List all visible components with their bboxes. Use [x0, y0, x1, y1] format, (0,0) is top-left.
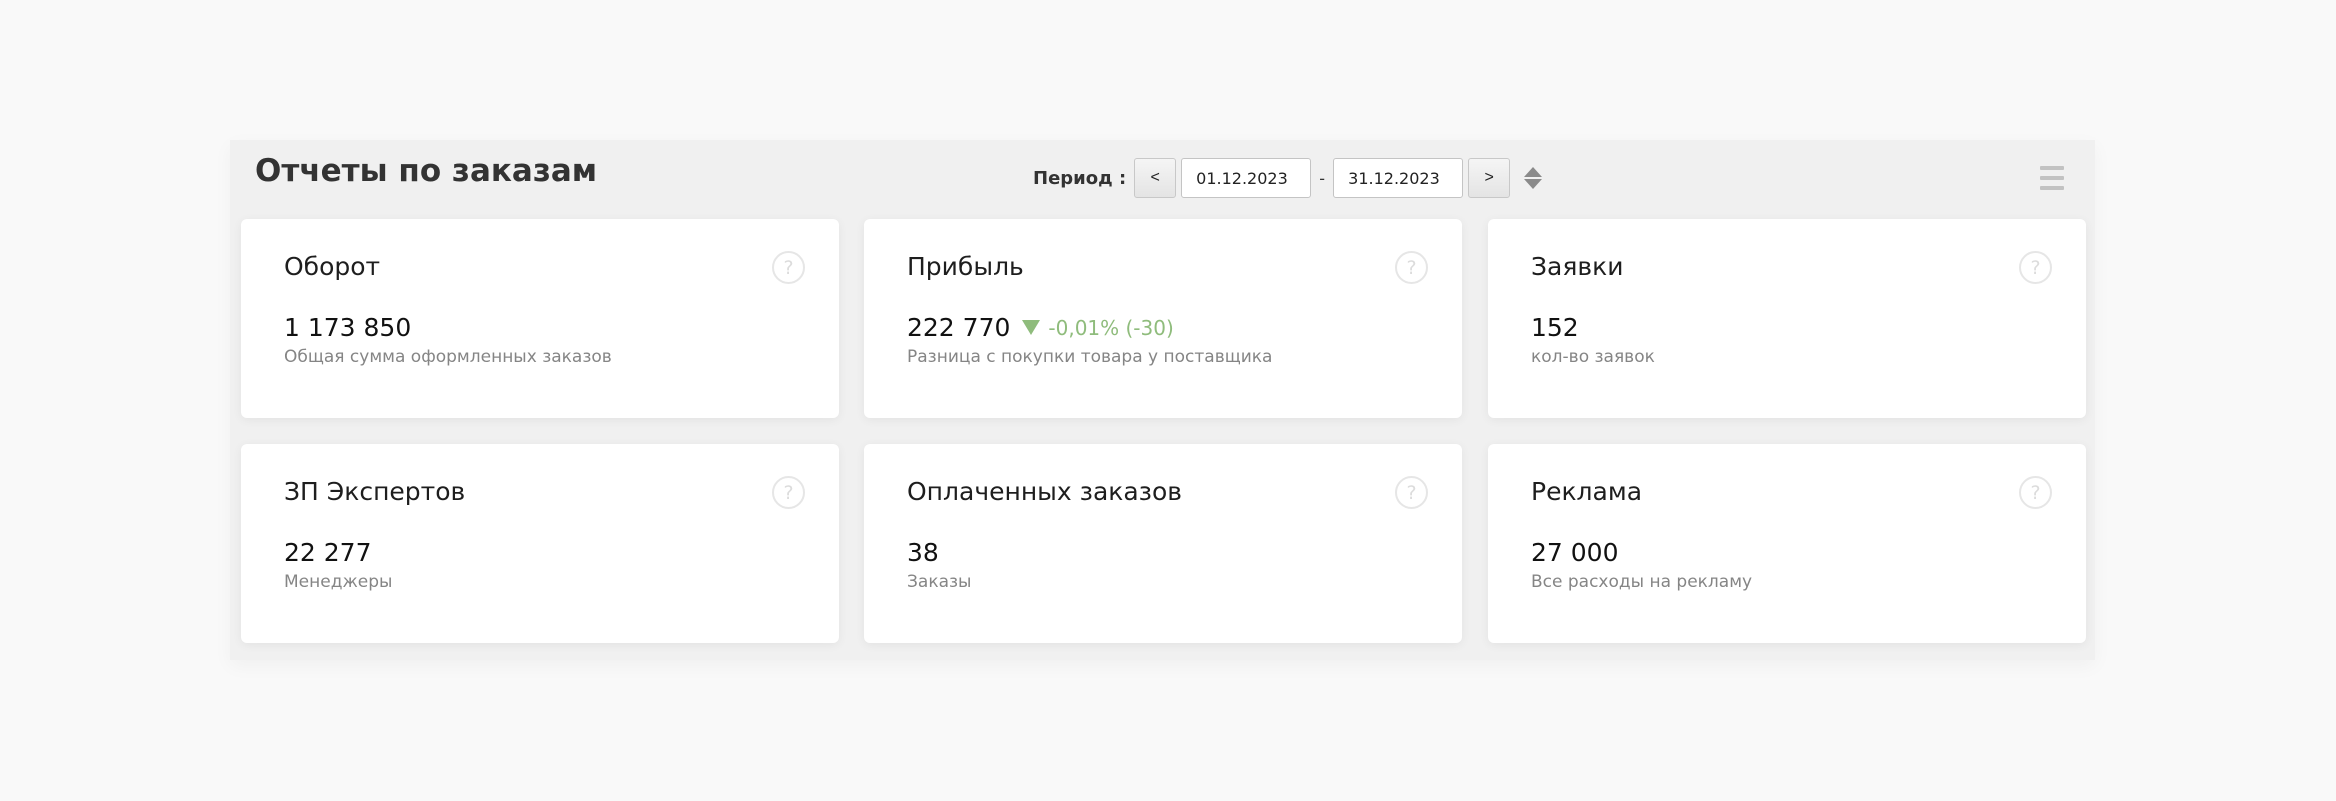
card-title: Оборот [284, 252, 381, 281]
card-value: 22 277 [284, 538, 372, 567]
card-value: 1 173 850 [284, 313, 412, 342]
prev-period-button[interactable]: < [1134, 158, 1177, 198]
card-title: Оплаченных заказов [907, 477, 1182, 506]
date-separator: - [1319, 168, 1326, 188]
card-value: 222 770 [907, 313, 1011, 342]
sort-down-icon [1524, 179, 1543, 189]
card-value-row: 152 [1531, 313, 1579, 342]
question-circle-icon[interactable]: ? [772, 251, 805, 284]
card-value-row: 1 173 850 [284, 313, 411, 342]
next-period-button[interactable]: > [1468, 158, 1511, 198]
menu-line [2040, 186, 2064, 190]
trend-indicator: -0,01% (-30) [1022, 315, 1174, 340]
period-selector: Период : < - > [1033, 157, 1543, 199]
card-turnover: Оборот 1 173 850 Общая сумма оформленных… [241, 219, 839, 418]
card-value-row: 38 [907, 538, 939, 567]
question-circle-icon[interactable]: ? [2019, 251, 2052, 284]
question-circle-icon[interactable]: ? [1395, 251, 1428, 284]
date-to-input[interactable] [1333, 158, 1464, 198]
triangle-down-icon [1022, 320, 1041, 335]
sort-icon[interactable] [1524, 167, 1543, 189]
menu-line [2040, 166, 2064, 170]
card-title: ЗП Экспертов [284, 477, 466, 506]
card-value: 38 [907, 538, 939, 567]
card-value-row: 222 770 -0,01% (-30) [907, 313, 1174, 342]
date-from-input[interactable] [1181, 158, 1312, 198]
card-paid-orders: Оплаченных заказов 38 Заказы ? [864, 444, 1462, 643]
card-description: Заказы [907, 572, 972, 592]
question-circle-icon[interactable]: ? [1395, 476, 1428, 509]
trend-value: -0,01% (-30) [1048, 315, 1174, 340]
card-description: кол-во заявок [1531, 347, 1655, 367]
question-circle-icon[interactable]: ? [772, 476, 805, 509]
card-title: Прибыль [907, 252, 1024, 281]
menu-line [2040, 176, 2064, 180]
card-advertising: Реклама 27 000 Все расходы на рекламу ? [1488, 444, 2086, 643]
card-title: Реклама [1531, 477, 1643, 506]
card-value-row: 27 000 [1531, 538, 1618, 567]
card-description: Все расходы на рекламу [1531, 572, 1753, 592]
card-value-row: 22 277 [284, 538, 371, 567]
card-value: 152 [1531, 313, 1579, 342]
period-label: Период : [1033, 167, 1127, 189]
card-description: Общая сумма оформленных заказов [284, 347, 612, 367]
sort-up-icon [1524, 167, 1543, 177]
page-title: Отчеты по заказам [255, 153, 598, 189]
card-description: Разница с покупки товара у поставщика [907, 347, 1273, 367]
card-value: 27 000 [1531, 538, 1619, 567]
card-profit: Прибыль 222 770 -0,01% (-30) Разница с п… [864, 219, 1462, 418]
hamburger-menu-icon[interactable] [2040, 166, 2064, 190]
card-title: Заявки [1531, 252, 1624, 281]
question-circle-icon[interactable]: ? [2019, 476, 2052, 509]
card-description: Менеджеры [284, 572, 393, 592]
card-requests: Заявки 152 кол-во заявок ? [1488, 219, 2086, 418]
card-expert-salary: ЗП Экспертов 22 277 Менеджеры ? [241, 444, 839, 643]
